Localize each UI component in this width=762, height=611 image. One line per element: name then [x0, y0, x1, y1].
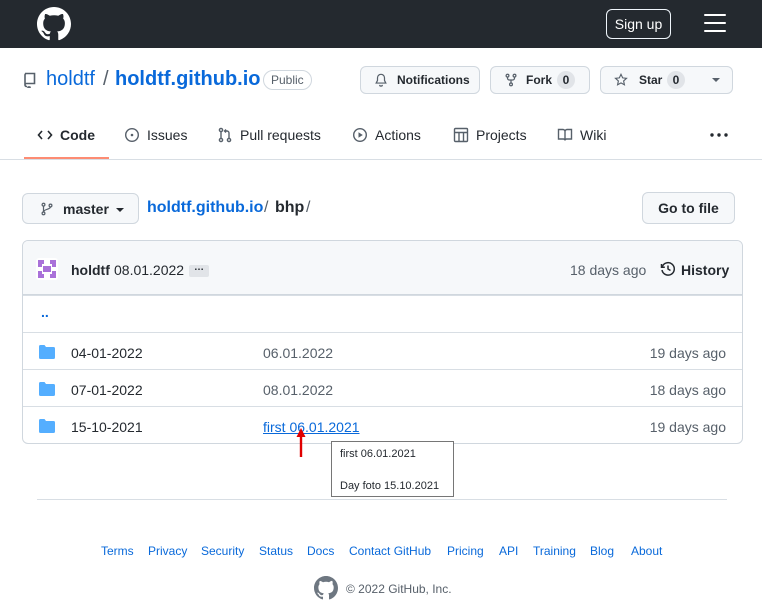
- notifications-label: Notifications: [397, 73, 470, 87]
- folder-icon: [39, 345, 55, 359]
- issue-icon: [124, 127, 140, 143]
- bell-icon: [375, 73, 387, 87]
- repo-tabs: Code Issues Pull requests Actions Projec…: [0, 110, 762, 160]
- tab-actions-label: Actions: [375, 127, 421, 143]
- commit-message-link[interactable]: 08.01.2022: [114, 262, 184, 278]
- folder-icon: [39, 419, 55, 433]
- annotation-arrow-icon: [296, 428, 306, 457]
- footer-link-privacy[interactable]: Privacy: [148, 544, 187, 558]
- breadcrumb-repo-link[interactable]: holdtf.github.io: [147, 199, 263, 217]
- history-icon[interactable]: [660, 261, 676, 277]
- file-commit-age: 19 days ago: [649, 345, 726, 361]
- file-commit-message-link[interactable]: first 06.01.2021: [263, 419, 360, 435]
- branch-name: master: [63, 201, 109, 217]
- star-label: Star: [639, 73, 663, 87]
- fork-label: Fork: [526, 73, 553, 87]
- breadcrumb-current-dir: bhp: [275, 199, 305, 216]
- footer-link-training[interactable]: Training: [533, 544, 576, 558]
- book-icon: [557, 128, 573, 141]
- visibility-badge: Public: [263, 70, 312, 90]
- table-row[interactable]: 15-10-2021 first 06.01.2021 19 days ago: [23, 406, 742, 443]
- breadcrumb-separator: /: [264, 199, 269, 216]
- branch-select-button[interactable]: master: [22, 193, 139, 224]
- parent-directory-link[interactable]: ..: [41, 304, 49, 320]
- pull-request-icon: [218, 127, 232, 143]
- repo-icon: [24, 72, 36, 88]
- folder-icon: [39, 382, 55, 396]
- footer-link-blog[interactable]: Blog: [590, 544, 614, 558]
- commit-author-link[interactable]: holdtf: [71, 262, 110, 278]
- fork-button[interactable]: Fork 0: [490, 66, 590, 94]
- file-list: holdtf 08.01.2022 … 18 days ago History …: [22, 240, 743, 444]
- hamburger-menu-icon[interactable]: [704, 14, 726, 32]
- code-icon: [37, 130, 53, 140]
- footer-link-status[interactable]: Status: [259, 544, 293, 558]
- latest-commit-bar: holdtf 08.01.2022 … 18 days ago History: [23, 241, 742, 295]
- repo-name-link[interactable]: holdtf.github.io: [115, 68, 261, 91]
- github-logo-icon[interactable]: [314, 576, 338, 600]
- history-link[interactable]: History: [681, 262, 729, 278]
- repo-title-separator: /: [103, 68, 109, 90]
- commit-message-tooltip: first 06.01.2021 Day foto 15.10.2021: [331, 441, 454, 497]
- tab-wiki-label: Wiki: [580, 127, 607, 143]
- avatar[interactable]: [36, 258, 58, 280]
- play-icon: [352, 127, 368, 143]
- repo-owner-link[interactable]: holdtf: [46, 68, 95, 91]
- table-row[interactable]: 07-01-2022 08.01.2022 18 days ago: [23, 369, 742, 406]
- breadcrumb-trailing-separator: /: [306, 199, 311, 216]
- file-name-link[interactable]: 07-01-2022: [71, 382, 143, 398]
- fork-icon: [505, 73, 517, 87]
- tab-issues-label: Issues: [147, 127, 188, 143]
- sign-up-button[interactable]: Sign up: [606, 9, 671, 39]
- active-tab-underline: [24, 157, 109, 159]
- top-header: Sign up: [0, 0, 762, 48]
- star-button[interactable]: Star 0: [600, 66, 701, 94]
- footer-copyright: © 2022 GitHub, Inc.: [346, 582, 452, 596]
- footer-link-terms[interactable]: Terms: [101, 544, 134, 558]
- footer-link-pricing[interactable]: Pricing: [447, 544, 484, 558]
- footer-divider: [37, 499, 727, 500]
- footer-link-docs[interactable]: Docs: [307, 544, 334, 558]
- commit-expand-button[interactable]: …: [189, 263, 209, 277]
- star-dropdown-chevron-icon[interactable]: [700, 66, 733, 94]
- table-row[interactable]: 04-01-2022 06.01.2022 19 days ago: [23, 332, 742, 369]
- star-count: 0: [667, 71, 685, 89]
- footer-link-about[interactable]: About: [631, 544, 662, 558]
- file-commit-age: 19 days ago: [649, 419, 726, 435]
- table-icon: [453, 127, 469, 143]
- file-commit-age: 18 days ago: [649, 382, 726, 398]
- tab-pull-requests-label: Pull requests: [240, 127, 321, 143]
- fork-count: 0: [557, 71, 575, 89]
- tooltip-line-1: first 06.01.2021: [340, 448, 416, 460]
- list-item-parent-directory[interactable]: ..: [23, 295, 742, 332]
- file-name-link[interactable]: 04-01-2022: [71, 345, 143, 361]
- tab-code-label: Code: [60, 127, 95, 143]
- github-logo-icon[interactable]: [37, 7, 71, 41]
- tab-projects-label: Projects: [476, 127, 527, 143]
- branch-icon: [41, 202, 53, 216]
- footer-link-api[interactable]: API: [499, 544, 518, 558]
- notifications-button[interactable]: Notifications: [360, 66, 480, 94]
- file-name-link[interactable]: 15-10-2021: [71, 419, 143, 435]
- more-options-icon[interactable]: [710, 133, 728, 137]
- tooltip-line-2: Day foto 15.10.2021: [340, 480, 440, 492]
- file-commit-message-link[interactable]: 06.01.2022: [263, 345, 333, 361]
- footer-link-security[interactable]: Security: [201, 544, 244, 558]
- file-commit-message-link[interactable]: 08.01.2022: [263, 382, 333, 398]
- commit-age: 18 days ago: [570, 262, 647, 278]
- star-icon: [614, 73, 628, 86]
- footer-link-contact-github[interactable]: Contact GitHub: [349, 544, 431, 558]
- go-to-file-button[interactable]: Go to file: [642, 192, 735, 224]
- chevron-down-icon: [116, 208, 124, 212]
